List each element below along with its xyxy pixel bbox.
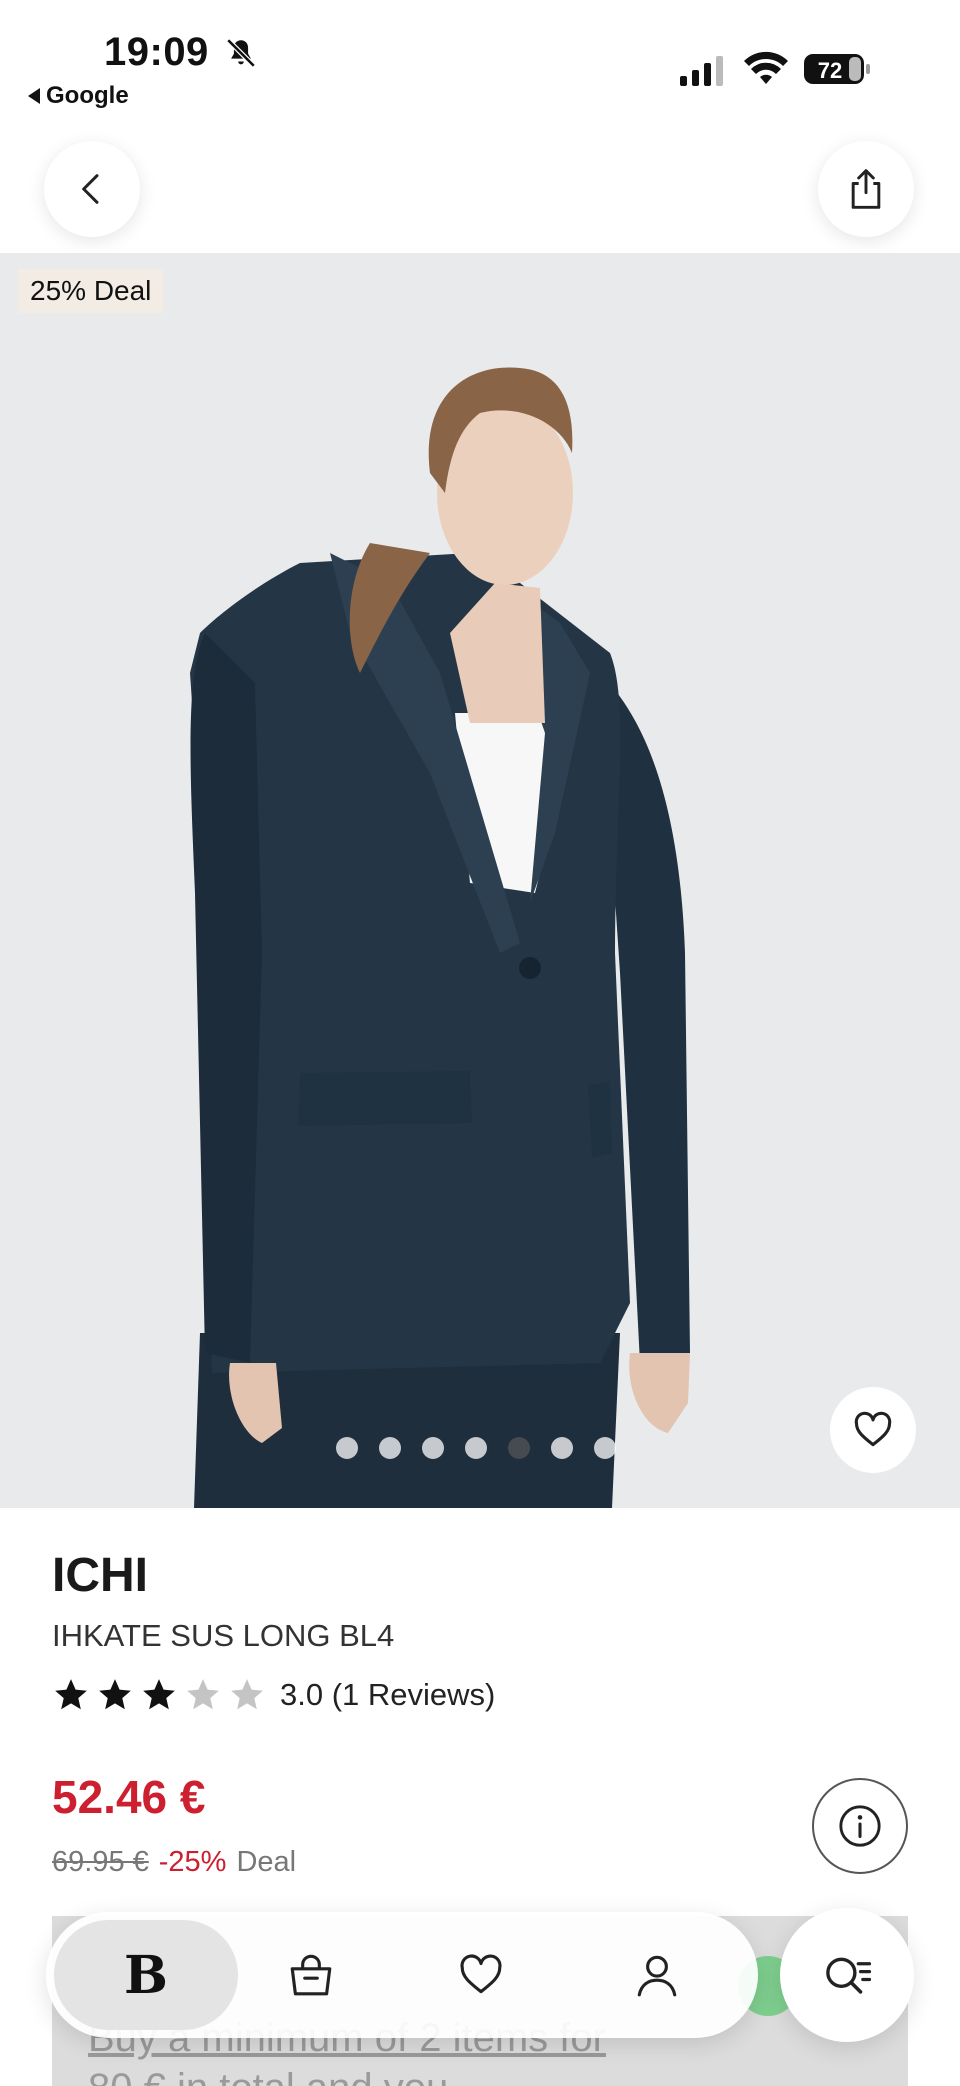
carousel-pagination[interactable] — [336, 1437, 616, 1459]
status-time: 19:09 — [104, 30, 209, 74]
current-price: 52.46 € — [52, 1771, 206, 1823]
heart-icon — [854, 1411, 892, 1447]
carousel-dot[interactable] — [465, 1437, 487, 1459]
search-list-icon — [826, 1957, 872, 1994]
heart-icon — [460, 1954, 502, 1994]
wifi-icon — [744, 51, 788, 84]
back-to-app-link[interactable]: Google — [28, 82, 129, 110]
back-app-label: Google — [46, 82, 129, 109]
carousel-dot[interactable] — [594, 1437, 616, 1459]
cellular-signal-icon — [680, 54, 723, 86]
product-name: IHKATE SUS LONG BL4 — [52, 1618, 395, 1653]
home-logo: B — [124, 1944, 168, 2006]
discount-percent: -25% — [158, 1846, 227, 1878]
promo-text-line2[interactable]: 80 € in total and you — [88, 2066, 448, 2086]
battery-icon: 72 — [804, 54, 870, 84]
back-button[interactable] — [44, 141, 140, 237]
original-price: 69.95 € — [52, 1846, 149, 1878]
battery-level: 72 — [818, 58, 842, 83]
star-icon-empty — [187, 1679, 219, 1710]
back-triangle-icon — [28, 88, 40, 104]
deal-label: Deal — [236, 1846, 297, 1878]
top-nav — [0, 125, 960, 253]
brand-name[interactable]: ICHI — [52, 1548, 148, 1603]
status-bar: 19:09 Google 72 — [0, 0, 960, 125]
shopping-bag-icon — [290, 1954, 332, 1996]
star-icon-empty — [231, 1679, 263, 1710]
share-button[interactable] — [818, 141, 914, 237]
star-icon-filled — [143, 1679, 175, 1710]
bottom-tab-bar: B — [46, 1912, 758, 2038]
tab-home[interactable]: B — [54, 1920, 238, 2030]
info-icon — [839, 1805, 881, 1847]
deal-badge: 25% Deal — [18, 269, 164, 313]
star-icon-filled — [99, 1679, 131, 1710]
carousel-dot[interactable] — [422, 1437, 444, 1459]
bell-slash-icon — [226, 38, 256, 68]
rating-text: 3.0 (1 Reviews) — [280, 1677, 496, 1712]
chevron-left-icon — [82, 174, 99, 204]
product-image-carousel[interactable]: 25% Deal — [0, 253, 960, 1508]
user-icon — [637, 1955, 677, 1997]
tab-cart[interactable] — [256, 1920, 366, 2030]
carousel-dot[interactable] — [551, 1437, 573, 1459]
tab-account[interactable] — [602, 1920, 712, 2030]
share-icon — [851, 169, 881, 209]
search-button[interactable] — [780, 1908, 914, 2042]
price-info-button[interactable] — [812, 1778, 908, 1874]
product-photo — [0, 253, 960, 1508]
tab-wishlist[interactable] — [426, 1920, 536, 2030]
star-icon-filled — [55, 1679, 87, 1710]
price-details: 69.95 € -25% Deal — [52, 1846, 296, 1879]
carousel-dot[interactable] — [336, 1437, 358, 1459]
rating-row[interactable]: 3.0 (1 Reviews) — [52, 1676, 495, 1714]
carousel-dot[interactable] — [379, 1437, 401, 1459]
add-to-wishlist-button[interactable] — [830, 1387, 916, 1473]
carousel-dot-active[interactable] — [508, 1437, 530, 1459]
